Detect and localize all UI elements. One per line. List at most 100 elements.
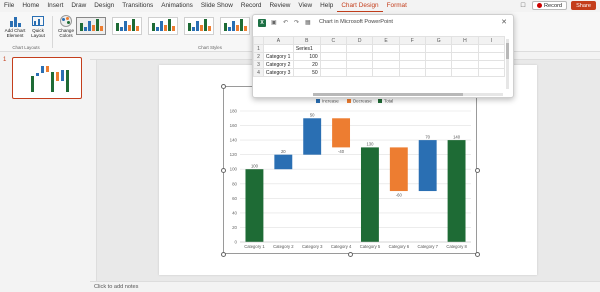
- share-button[interactable]: Share: [571, 1, 596, 10]
- style-thumb-bar: [204, 19, 207, 31]
- cell[interactable]: [398, 68, 426, 77]
- notes-pane[interactable]: Click to add notes: [90, 281, 600, 292]
- column-header[interactable]: I: [477, 36, 505, 45]
- row-header[interactable]: 1: [253, 44, 264, 53]
- tab-chart-design[interactable]: Chart Design: [337, 0, 383, 12]
- tab-insert[interactable]: Insert: [43, 0, 67, 12]
- cell[interactable]: [477, 44, 505, 53]
- row-header[interactable]: 3: [253, 60, 264, 69]
- cell[interactable]: [424, 52, 453, 61]
- cell[interactable]: [398, 44, 426, 53]
- excel-data-window[interactable]: X ▣ ↶ ↷ ▦ Chart in Microsoft PowerPoint …: [252, 14, 514, 98]
- cell[interactable]: [262, 44, 294, 53]
- cell[interactable]: 20: [292, 60, 321, 69]
- cell[interactable]: [477, 60, 505, 69]
- cell[interactable]: [398, 60, 426, 69]
- undo-icon[interactable]: ↶: [283, 19, 288, 26]
- cell[interactable]: [451, 60, 479, 69]
- column-header[interactable]: C: [319, 36, 348, 45]
- change-colors-button[interactable]: Change Colors: [55, 15, 77, 38]
- legend-swatch: [316, 99, 320, 103]
- add-chart-element-button[interactable]: Add Chart Element: [4, 15, 26, 38]
- cell[interactable]: [319, 44, 348, 53]
- style-thumb-bar: [116, 23, 119, 31]
- row-header[interactable]: 4: [253, 68, 264, 77]
- tab-transitions[interactable]: Transitions: [118, 0, 157, 12]
- column-header[interactable]: F: [398, 36, 426, 45]
- cell[interactable]: [372, 52, 400, 61]
- y-tick-label: 180: [230, 109, 238, 114]
- record-button[interactable]: Record: [532, 1, 568, 10]
- excel-grid[interactable]: A B C D E F G H I 1 Series1 2 Category 1 100 3 Category…: [253, 36, 505, 92]
- cell[interactable]: [451, 44, 479, 53]
- tab-draw[interactable]: Draw: [67, 0, 90, 12]
- tab-slide-show[interactable]: Slide Show: [197, 0, 237, 12]
- chart-style-option[interactable]: [148, 17, 178, 35]
- cell[interactable]: [372, 60, 400, 69]
- comments-icon[interactable]: □: [518, 1, 528, 10]
- thumbnail-bar: [51, 71, 54, 92]
- cell[interactable]: [372, 68, 400, 77]
- style-thumb-bar: [152, 23, 155, 31]
- cell[interactable]: [346, 44, 374, 53]
- chart-style-option[interactable]: [220, 17, 250, 35]
- excel-horizontal-scrollbar[interactable]: [313, 93, 503, 96]
- style-thumb-bar: [240, 19, 243, 31]
- cell[interactable]: [319, 52, 348, 61]
- save-icon[interactable]: ▣: [271, 19, 277, 26]
- cell[interactable]: [451, 52, 479, 61]
- tab-review[interactable]: Review: [265, 0, 294, 12]
- style-thumb-bar: [136, 26, 139, 31]
- chart-layouts-label: Chart Layouts: [12, 45, 40, 50]
- tab-file[interactable]: File: [0, 0, 18, 12]
- cell[interactable]: [319, 68, 348, 77]
- cell[interactable]: Category 3: [262, 68, 294, 77]
- column-header[interactable]: H: [451, 36, 479, 45]
- cell[interactable]: Series1: [292, 44, 321, 53]
- tab-animations[interactable]: Animations: [157, 0, 197, 12]
- cell[interactable]: [398, 52, 426, 61]
- close-icon[interactable]: ✕: [501, 18, 507, 26]
- tab-format[interactable]: Format: [383, 0, 411, 12]
- tab-help[interactable]: Help: [316, 0, 337, 12]
- cell[interactable]: [346, 68, 374, 77]
- tab-view[interactable]: View: [294, 0, 316, 12]
- chart-style-option[interactable]: [112, 17, 142, 35]
- cell[interactable]: [346, 52, 374, 61]
- column-header[interactable]: A: [262, 36, 294, 45]
- cell[interactable]: Category 1: [262, 52, 294, 61]
- cell[interactable]: 100: [292, 52, 321, 61]
- cell[interactable]: [346, 60, 374, 69]
- row-header[interactable]: 2: [253, 52, 264, 61]
- quick-layout-button[interactable]: Quick Layout: [27, 15, 49, 38]
- data-label: 140: [453, 134, 461, 139]
- cell[interactable]: Category 2: [262, 60, 294, 69]
- style-thumb-bar: [92, 25, 95, 31]
- tab-design[interactable]: Design: [90, 0, 118, 12]
- column-header[interactable]: B: [292, 36, 321, 45]
- waterfall-chart[interactable]: 0 20 40 60 80 100 120 140 160 180 Increase Decrease…: [223, 86, 477, 254]
- cell[interactable]: [477, 68, 505, 77]
- style-thumb-bar: [96, 19, 99, 31]
- excel-vertical-scrollbar[interactable]: [506, 39, 509, 89]
- column-header[interactable]: [253, 36, 264, 45]
- cell[interactable]: [424, 60, 453, 69]
- slide-thumbnail[interactable]: [12, 57, 82, 99]
- cell[interactable]: [477, 52, 505, 61]
- cell[interactable]: [451, 68, 479, 77]
- column-header[interactable]: D: [346, 36, 374, 45]
- tab-home[interactable]: Home: [18, 0, 43, 12]
- cell[interactable]: [424, 44, 453, 53]
- chart-style-option[interactable]: [76, 17, 106, 35]
- cell[interactable]: [372, 44, 400, 53]
- column-header[interactable]: E: [372, 36, 400, 45]
- redo-icon[interactable]: ↷: [294, 19, 299, 26]
- edit-in-excel-icon[interactable]: ▦: [305, 19, 311, 26]
- column-header[interactable]: G: [424, 36, 453, 45]
- cell[interactable]: [424, 68, 453, 77]
- tab-record[interactable]: Record: [237, 0, 266, 12]
- cell[interactable]: 50: [292, 68, 321, 77]
- cell[interactable]: [319, 60, 348, 69]
- chart-style-option[interactable]: [184, 17, 214, 35]
- x-tick-label: Category 7: [417, 244, 438, 249]
